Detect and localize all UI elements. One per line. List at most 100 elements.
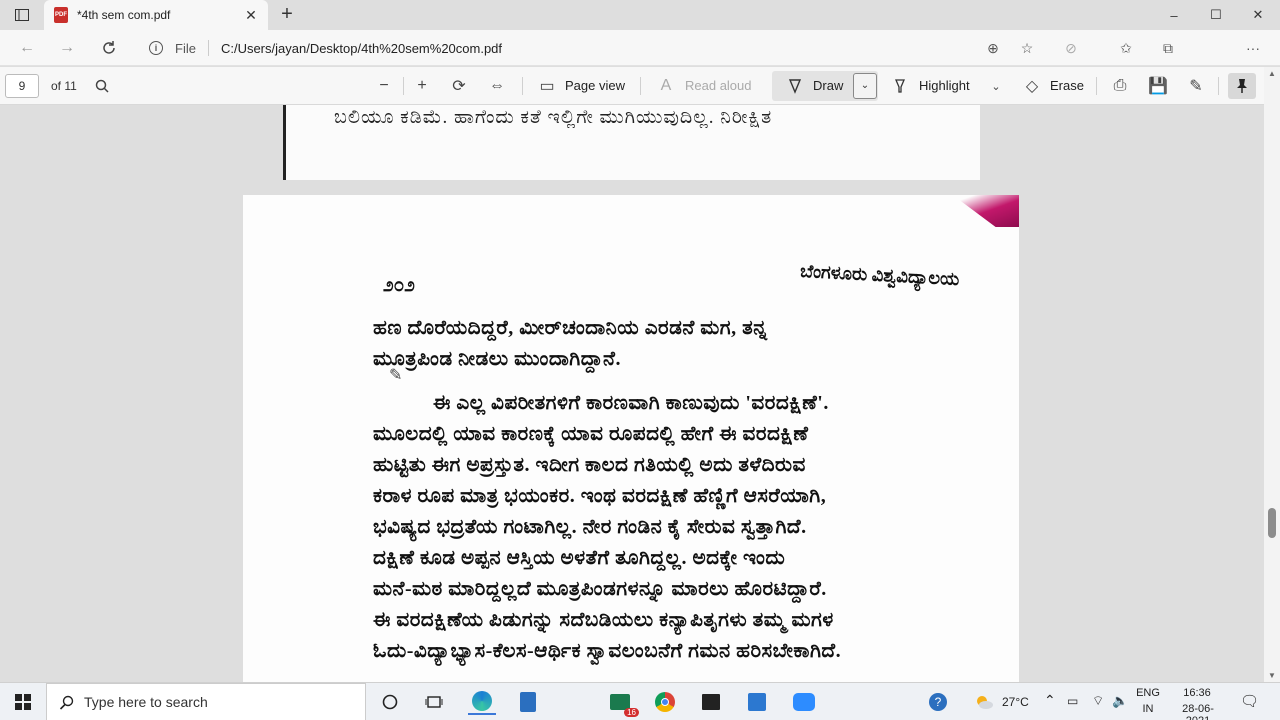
calculator-icon [520, 692, 536, 712]
video-camera-icon [793, 693, 815, 711]
page-view-icon[interactable]: ▭ [536, 76, 558, 96]
scrollbar-thumb[interactable] [1268, 508, 1276, 538]
page-view-button[interactable]: Page view [565, 78, 625, 93]
weather-icon[interactable] [970, 689, 998, 715]
url-text[interactable]: C:/Users/jayan/Desktop/4th%20sem%20com.p… [221, 41, 502, 56]
info-icon[interactable]: i [149, 41, 163, 55]
print-icon[interactable]: ⎙ [1109, 76, 1131, 96]
browser-tab-active[interactable]: PDF *4th sem com.pdf ✕ [44, 0, 268, 30]
minimize-button[interactable]: – [1152, 0, 1196, 30]
tab-actions-button[interactable] [10, 5, 34, 25]
taskbar-mail[interactable]: 16 [606, 689, 639, 717]
windows-logo-icon [15, 694, 31, 710]
weather-temperature[interactable]: 27°C [1002, 695, 1029, 709]
speaker-icon[interactable]: 🔈 [1112, 693, 1128, 709]
tab-strip: PDF *4th sem com.pdf ✕ + – ☐ ✕ [0, 0, 1280, 30]
scroll-down-arrow[interactable]: ▼ [1268, 671, 1276, 680]
page-corner-stain [952, 195, 1019, 227]
maximize-button[interactable]: ☐ [1194, 0, 1238, 30]
text-line: ಈ ಎಲ್ಲ ವಿಪರೀತಗಳಿಗೆ ಕಾರಣವಾಗಿ ಕಾಣುವುದು 'ವರ… [433, 392, 829, 414]
save-icon[interactable]: 💾 [1147, 76, 1169, 96]
language-bottom[interactable]: IN [1136, 703, 1160, 715]
toolbar-divider [403, 77, 404, 95]
highlight-button[interactable]: Highlight [919, 78, 970, 93]
refresh-icon [103, 41, 115, 54]
taskbar-zoom[interactable] [790, 689, 818, 715]
page-number-text: ೨೦೨ [383, 275, 415, 296]
mail-icon: 16 [610, 694, 639, 717]
text-line: ಕರಾಳ ರೂಪ ಮಾತ್ರ ಭಯಂಕರ. ಇಂಥ ವರದಕ್ಷಿಣೆ ಹೆಣ್… [373, 485, 827, 507]
rotate-icon[interactable]: ⟳ [448, 76, 470, 96]
pdf-page-previous: ಬಲಿಯೂ ಕಡಿಮೆ. ಹಾಗೆಂದು ಕತೆ ಇಲ್ಲಿಗೇ ಮುಗಿಯುವ… [283, 105, 980, 180]
taskbar-calendar[interactable] [743, 689, 771, 715]
tab-close-icon[interactable]: ✕ [244, 7, 258, 24]
taskbar-chrome[interactable] [651, 689, 679, 715]
taskbar-store[interactable] [697, 689, 725, 715]
close-window-button[interactable]: ✕ [1236, 0, 1280, 30]
forward-button[interactable]: → [54, 36, 80, 60]
collections-icon[interactable]: ⧉ [1158, 38, 1178, 58]
taskbar-edge[interactable] [468, 689, 496, 715]
task-view-icon [425, 696, 443, 708]
text-line: ಓದು-ವಿದ್ಯಾಭ್ಯಾಸ-ಕೆಲಸ-ಆರ್ಥಿಕ ಸ್ವಾವಲಂಬನೆಗೆ… [373, 640, 842, 662]
page-number-input[interactable]: 9 [5, 74, 39, 98]
toolbar-divider [1218, 77, 1219, 95]
save-as-icon[interactable]: ✎ [1185, 76, 1207, 96]
toolbar-divider [522, 77, 523, 95]
pdf-viewport[interactable]: ಬಲಿಯೂ ಕಡಿಮೆ. ಹಾಗೆಂದು ಕತೆ ಇಲ್ಲಿಗೇ ಮುಗಿಯುವ… [0, 105, 1264, 682]
zoom-in-icon[interactable]: + [411, 76, 433, 96]
chevron-up-icon[interactable]: ⌃ [1044, 692, 1056, 709]
scroll-up-arrow[interactable]: ▲ [1268, 69, 1276, 78]
help-icon[interactable]: ? [924, 689, 952, 715]
search-icon[interactable] [91, 76, 113, 96]
erase-button[interactable]: Erase [1050, 78, 1084, 93]
clock-date[interactable]: 28-06-2021 [1170, 703, 1226, 720]
back-button[interactable]: ← [14, 36, 40, 60]
text-line: ಭವಿಷ್ಯದ ಭದ್ರತೆಯ ಗಂಟಾಗಿಲ್ಲ. ನೇರ ಗಂಡಿನ ಕೈ … [373, 516, 807, 538]
zoom-icon[interactable]: ⊕ [983, 38, 1003, 58]
new-tab-button[interactable]: + [276, 4, 298, 26]
url-field[interactable]: i File C:/Users/jayan/Desktop/4th%20sem%… [140, 34, 1050, 62]
cortana-button[interactable] [376, 689, 404, 715]
text-line: ಈ ವರದಕ್ಷಿಣೆಯ ಪಿಡುಗನ್ನು ಸದೆಬಡಿಯಲು ಕನ್ಯಾಪಿ… [373, 609, 834, 631]
battery-icon[interactable]: ▭ [1067, 694, 1078, 708]
start-button[interactable] [0, 683, 46, 720]
chrome-icon [655, 692, 675, 712]
highlight-icon[interactable] [889, 76, 911, 96]
protocol-label: File [175, 40, 196, 56]
fit-to-page-icon[interactable]: ⇔ [486, 76, 508, 96]
text-line: ಮನೆ-ಮಠ ಮಾರಿದ್ದಲ್ಲದೆ ಮೂತ್ರಪಿಂಡಗಳನ್ನೂ ಮಾರಲ… [373, 578, 827, 600]
taskbar-search-box[interactable]: Type here to search [46, 683, 366, 720]
search-placeholder: Type here to search [84, 694, 208, 710]
text-line: ಹುಟ್ಟಿತು ಈಗ ಅಪ್ರಸ್ತುತ. ಇದೀಗ ಕಾಲದ ಗತಿಯಲ್ಲ… [373, 454, 806, 476]
running-header: ಬೆಂಗಳೂರು ವಿಶ್ವವಿದ್ಯಾಲಯ [799, 260, 960, 290]
extension-icon[interactable]: ⊘ [1061, 38, 1081, 58]
address-bar-row: ← → i File C:/Users/jayan/Desktop/4th%20… [0, 30, 1280, 90]
calendar-icon [748, 693, 766, 711]
wifi-icon[interactable]: ⌔ [1092, 693, 1104, 709]
search-icon [59, 695, 74, 710]
edge-icon [472, 691, 492, 711]
vertical-scrollbar[interactable]: ▲ ▼ [1264, 67, 1280, 682]
pin-toolbar-button[interactable] [1228, 73, 1256, 99]
notification-icon[interactable]: 🗨 [1240, 692, 1259, 710]
text-line: ದಕ್ಷಿಣೆ ಕೂಡ ಅಪ್ಪನ ಆಸ್ತಿಯ ಅಳತೆಗೆ ತೂಗಿದ್ದಲ… [373, 547, 786, 569]
mail-badge: 16 [624, 708, 639, 717]
task-view-button[interactable] [420, 689, 448, 715]
pdf-page-current: ೨೦೨ ಬೆಂಗಳೂರು ವಿಶ್ವವಿದ್ಯಾಲಯ ಹಣ ದೊರೆಯದಿದ್ದ… [243, 195, 1019, 682]
taskbar-calculator[interactable] [514, 689, 542, 715]
refresh-button[interactable] [96, 36, 122, 60]
read-aloud-icon[interactable]: A [655, 76, 677, 96]
window-icon [15, 9, 29, 21]
favorite-star-icon[interactable]: ☆ [1017, 38, 1037, 58]
clock-time[interactable]: 16:36 [1173, 687, 1221, 699]
language-top[interactable]: ENG [1136, 687, 1160, 699]
highlight-chevron-down-icon[interactable]: ⌄ [985, 76, 1007, 96]
favorites-icon[interactable]: ✩ [1116, 38, 1136, 58]
draw-options-dropdown[interactable]: ⌄ [853, 73, 877, 99]
eraser-icon[interactable]: ◇ [1021, 76, 1043, 96]
more-options-icon[interactable]: ··· [1243, 38, 1263, 58]
cortana-circle-icon [382, 694, 398, 710]
read-aloud-button[interactable]: Read aloud [685, 78, 752, 93]
zoom-out-icon[interactable]: − [373, 76, 395, 96]
